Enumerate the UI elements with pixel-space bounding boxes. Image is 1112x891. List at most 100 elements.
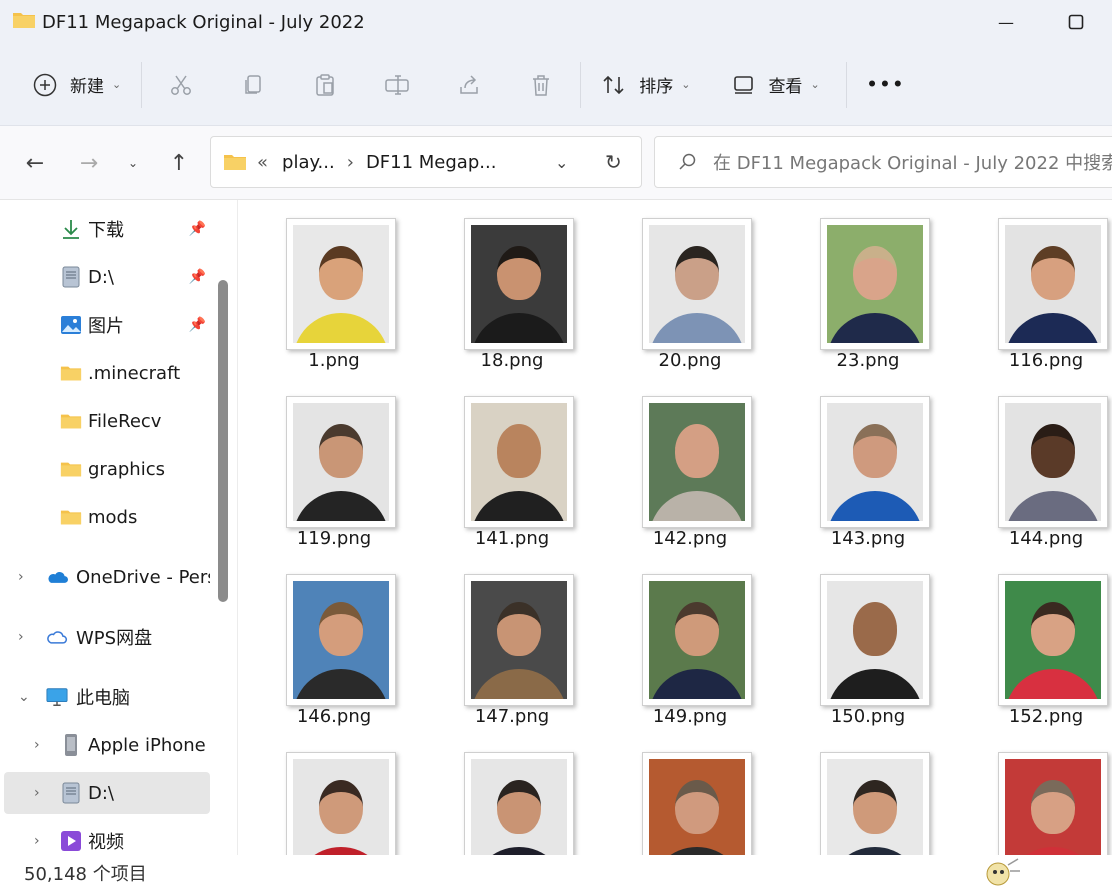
back-button[interactable]: ← xyxy=(20,148,50,178)
minimize-button[interactable]: — xyxy=(986,8,1026,36)
sort-button[interactable]: 排序 ⌄ xyxy=(591,63,700,107)
file-name: 1.png xyxy=(308,350,360,371)
file-name: 144.png xyxy=(1008,528,1084,549)
pin-icon: 📌 xyxy=(188,269,206,285)
folder-icon xyxy=(60,410,82,432)
sidebar-item[interactable]: › D:\ xyxy=(4,772,210,814)
breadcrumb-overflow[interactable]: « xyxy=(257,152,268,173)
toolbar-separator xyxy=(141,61,143,108)
sidebar-item[interactable]: FileRecv xyxy=(4,400,210,442)
address-bar[interactable]: « play... › DF11 Megap... ⌄ ↻ xyxy=(210,136,642,188)
image-thumbnail xyxy=(820,218,930,350)
file-tile[interactable]: 150.png xyxy=(798,556,938,727)
portrait-image xyxy=(649,581,745,699)
file-tile[interactable] xyxy=(798,734,938,855)
file-tile[interactable]: 23.png xyxy=(798,200,938,371)
file-tile[interactable]: 149.png xyxy=(620,556,760,727)
chevron-right-icon[interactable]: › xyxy=(34,785,40,801)
file-tile[interactable]: 146.png xyxy=(264,556,404,727)
view-button[interactable]: 查看 ⌄ xyxy=(722,63,829,107)
rename-button[interactable] xyxy=(376,63,418,107)
file-tile[interactable]: 20.png xyxy=(620,200,760,371)
more-options-button[interactable]: ••• xyxy=(857,63,916,107)
file-tile[interactable] xyxy=(442,734,582,855)
file-tile[interactable]: 18.png xyxy=(442,200,582,371)
share-button[interactable] xyxy=(448,63,490,107)
up-button[interactable]: ↑ xyxy=(164,148,194,178)
file-tile[interactable]: 119.png xyxy=(264,378,404,549)
pin-icon: 📌 xyxy=(188,317,206,333)
chevron-right-icon[interactable]: › xyxy=(34,737,40,753)
sidebar-item[interactable]: › 视频 xyxy=(4,820,210,855)
portrait-image xyxy=(293,403,389,521)
sidebar-item[interactable]: › WPS网盘 xyxy=(4,616,210,658)
chevron-down-icon[interactable]: ⌄ xyxy=(18,689,30,705)
sidebar-item-label: graphics xyxy=(88,458,165,480)
file-name: 150.png xyxy=(830,706,906,727)
recent-locations-button[interactable]: ⌄ xyxy=(118,148,148,178)
sidebar-item-label: 图片 xyxy=(88,316,124,337)
portrait-image xyxy=(649,759,745,855)
chevron-right-icon[interactable]: › xyxy=(18,629,24,645)
image-thumbnail xyxy=(464,218,574,350)
sidebar-item-label: D:\ xyxy=(88,782,114,804)
portrait-image xyxy=(293,581,389,699)
clipboard-icon xyxy=(316,73,334,96)
sidebar-scrollbar[interactable] xyxy=(218,280,228,602)
chevron-down-icon: ⌄ xyxy=(112,78,122,91)
file-name: 119.png xyxy=(296,528,372,549)
file-tile[interactable]: 143.png xyxy=(798,378,938,549)
file-tile[interactable] xyxy=(620,734,760,855)
forward-button[interactable]: → xyxy=(74,148,104,178)
sidebar-item[interactable]: 图片 📌 xyxy=(4,304,210,346)
breadcrumb-segment[interactable]: DF11 Megap... xyxy=(366,152,497,173)
folder-icon xyxy=(60,506,82,528)
sidebar-item[interactable]: › Apple iPhone xyxy=(4,724,210,766)
sidebar-item[interactable]: graphics xyxy=(4,448,210,490)
share-icon xyxy=(460,74,478,94)
paste-button[interactable] xyxy=(304,63,346,107)
image-thumbnail xyxy=(820,396,930,528)
file-tile[interactable] xyxy=(264,734,404,855)
chevron-right-icon[interactable]: › xyxy=(18,569,24,585)
sidebar-item[interactable]: mods xyxy=(4,496,210,538)
sidebar-item[interactable]: .minecraft xyxy=(4,352,210,394)
sidebar-item[interactable]: › OneDrive - Pers xyxy=(4,556,210,598)
window-title: DF11 Megapack Original - July 2022 xyxy=(42,11,365,33)
sidebar-item[interactable]: 下载 📌 xyxy=(4,208,210,250)
search-box[interactable]: 在 DF11 Megapack Original - July 2022 中搜索 xyxy=(654,136,1112,188)
chevron-down-icon: ⌄ xyxy=(681,78,691,91)
search-input[interactable]: 在 DF11 Megapack Original - July 2022 中搜索 xyxy=(713,149,1112,175)
sidebar-item[interactable]: D:\ 📌 xyxy=(4,256,210,298)
image-thumbnail xyxy=(642,574,752,706)
sort-icon xyxy=(603,75,624,94)
file-tile[interactable]: 152.png xyxy=(976,556,1112,727)
plus-circle-icon xyxy=(33,73,57,96)
portrait-image xyxy=(293,759,389,855)
sidebar-item[interactable]: ⌄ 此电脑 xyxy=(4,676,210,718)
file-tile[interactable]: 147.png xyxy=(442,556,582,727)
file-tile[interactable]: 142.png xyxy=(620,378,760,549)
file-name: 116.png xyxy=(1008,350,1084,371)
file-tile[interactable]: 144.png xyxy=(976,378,1112,549)
arrow-right-icon: → xyxy=(79,150,99,176)
file-tile[interactable]: 116.png xyxy=(976,200,1112,371)
breadcrumb-segment[interactable]: play... xyxy=(282,152,335,173)
cut-button[interactable] xyxy=(160,63,202,107)
file-tile[interactable]: 141.png xyxy=(442,378,582,549)
copy-button[interactable] xyxy=(232,63,274,107)
maximize-button[interactable] xyxy=(1056,8,1096,36)
image-thumbnail xyxy=(820,752,930,855)
file-tile[interactable] xyxy=(976,734,1112,855)
search-icon xyxy=(679,153,696,170)
command-bar: 新建 ⌄ 排序 ⌄ 查看 ⌄ ••• xyxy=(0,44,1112,126)
new-button[interactable]: 新建 ⌄ xyxy=(22,63,131,107)
file-tile[interactable]: 1.png xyxy=(264,200,404,371)
chevron-right-icon[interactable]: › xyxy=(34,833,40,849)
image-thumbnail xyxy=(464,396,574,528)
refresh-icon[interactable]: ↻ xyxy=(605,150,622,174)
delete-button[interactable] xyxy=(520,63,562,107)
folder-icon xyxy=(224,155,246,170)
address-dropdown-button[interactable]: ⌄ xyxy=(555,153,568,172)
toolbar-separator xyxy=(580,61,582,108)
